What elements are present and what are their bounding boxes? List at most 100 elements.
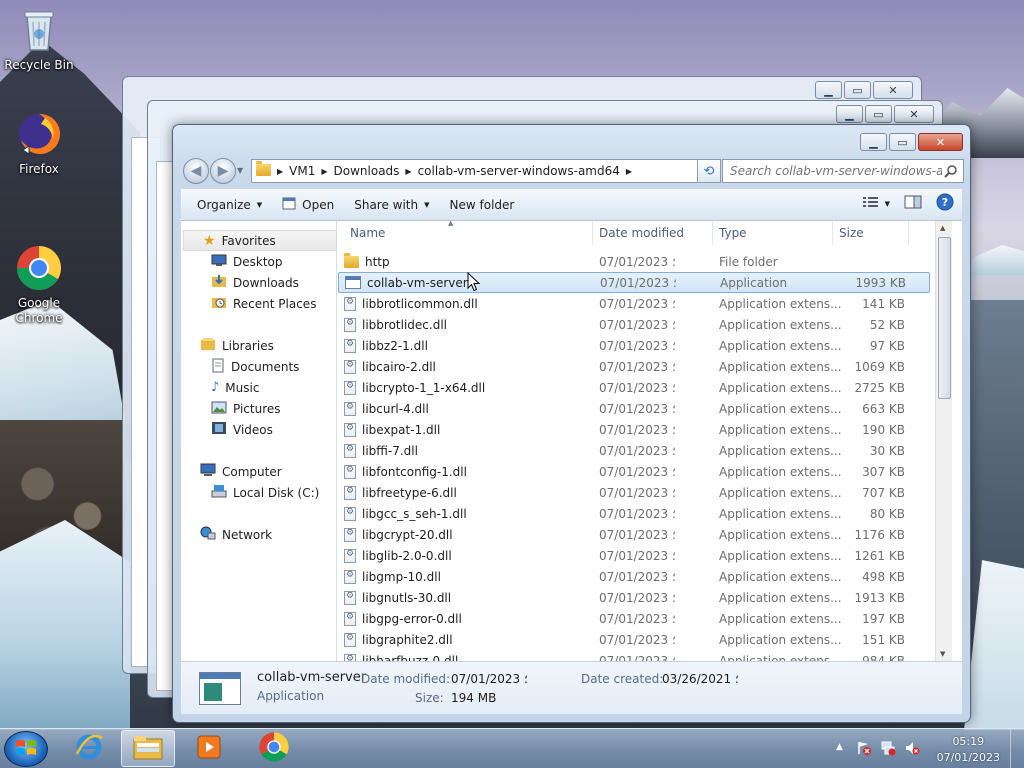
- column-header-name[interactable]: ▲ Name: [338, 221, 593, 245]
- maximize-button[interactable]: ▭: [844, 81, 871, 99]
- breadcrumb-separator-icon[interactable]: ▶: [277, 167, 283, 176]
- sidebar-item-videos[interactable]: Videos: [181, 419, 337, 440]
- table-row[interactable]: libbrotlicommon.dll 07/01/2023 ؛ Applicati…: [338, 293, 930, 314]
- table-row[interactable]: libbz2-1.dll 07/01/2023 ؛ Application exte…: [338, 335, 930, 356]
- breadcrumb-separator-icon[interactable]: ▶: [626, 167, 632, 176]
- breadcrumb-separator-icon[interactable]: ▶: [321, 167, 327, 176]
- clock-date: 07/01/2023: [936, 751, 1000, 764]
- taskbar-explorer[interactable]: [121, 730, 175, 767]
- breadcrumb-item[interactable]: Downloads: [334, 164, 400, 178]
- scroll-down-icon[interactable]: ▼: [940, 650, 945, 658]
- sidebar-item-documents[interactable]: Documents: [181, 356, 337, 377]
- minimize-button[interactable]: ▁: [815, 81, 842, 99]
- address-bar[interactable]: ▶ VM1 ▶ Downloads ▶ collab-vm-server-win…: [251, 159, 715, 183]
- preview-pane-button[interactable]: [904, 195, 922, 212]
- minimize-button[interactable]: ▁: [836, 105, 863, 123]
- table-row[interactable]: libgmp-10.dll 07/01/2023 ؛ Application ext…: [338, 566, 930, 587]
- table-row[interactable]: libgnutls-30.dll 07/01/2023 ؛ Application …: [338, 587, 930, 608]
- taskbar-chrome[interactable]: [247, 730, 301, 767]
- show-hidden-icons-button[interactable]: ▲: [836, 742, 843, 752]
- vertical-scrollbar[interactable]: ▲ ▼: [935, 221, 952, 661]
- table-row[interactable]: libcairo-2.dll 07/01/2023 ؛ Application ex…: [338, 356, 930, 377]
- table-row[interactable]: libfreetype-6.dll 07/01/2023 ؛ Application…: [338, 482, 930, 503]
- action-center-icon[interactable]: [856, 740, 872, 759]
- close-button[interactable]: ✕: [894, 105, 934, 123]
- taskbar-clock[interactable]: 05:19 07/01/2023: [937, 734, 1000, 766]
- sidebar-item-downloads[interactable]: Downloads: [181, 272, 337, 293]
- file-size: 1913 KB: [854, 590, 905, 605]
- file-name-cell: libgmp-10.dll: [338, 569, 593, 584]
- table-row[interactable]: libfontconfig-1.dll 07/01/2023 ؛ Applicati…: [338, 461, 930, 482]
- maximize-button[interactable]: ▭: [889, 133, 916, 151]
- refresh-button[interactable]: ⟲: [697, 159, 721, 183]
- breadcrumb-item[interactable]: VM1: [289, 164, 315, 178]
- maximize-button[interactable]: ▭: [865, 105, 892, 123]
- navigation-pane: ★ Favorites Desktop Downloads Recent Pla…: [181, 221, 337, 661]
- system-tray: ▲ 05:19 07/01/2023: [824, 729, 1024, 768]
- sidebar-item-desktop[interactable]: Desktop: [181, 251, 337, 272]
- file-type: Application extens...: [719, 653, 842, 662]
- close-button[interactable]: ✕: [873, 81, 913, 99]
- table-row[interactable]: libcurl-4.dll 07/01/2023 ؛ Application ext…: [338, 398, 930, 419]
- scroll-up-icon[interactable]: ▲: [940, 224, 945, 232]
- share-with-menu[interactable]: Share with ▼: [344, 193, 439, 217]
- desktop-icon-chrome[interactable]: Google Chrome: [1, 214, 77, 341]
- forward-button[interactable]: ▶: [210, 158, 236, 184]
- dll-file-icon: [344, 590, 356, 605]
- desktop-icon-recycle-bin[interactable]: Recycle Bin: [1, 6, 77, 73]
- volume-muted-icon[interactable]: [904, 740, 920, 759]
- table-row[interactable]: http 07/01/2023 ؛ File folder: [338, 251, 930, 272]
- minimize-button[interactable]: ▁: [860, 133, 887, 151]
- recent-pages-dropdown[interactable]: ▼: [237, 166, 243, 175]
- column-header-date[interactable]: Date modified: [593, 221, 713, 245]
- table-row[interactable]: libglib-2.0-0.dll 07/01/2023 ؛ Application…: [338, 545, 930, 566]
- taskbar-media-player[interactable]: [182, 730, 236, 767]
- table-row[interactable]: libgcrypt-20.dll 07/01/2023 ؛ Application …: [338, 524, 930, 545]
- table-row[interactable]: collab-vm-server 07/01/2023 ؛ Application 1…: [338, 272, 930, 293]
- column-header-size[interactable]: Size: [833, 221, 909, 245]
- table-row[interactable]: libcrypto-1_1-x64.dll 07/01/2023 ؛ Applica…: [338, 377, 930, 398]
- sidebar-item-favorites[interactable]: ★ Favorites: [183, 230, 337, 251]
- sidebar-item-music[interactable]: ♪ Music: [181, 377, 337, 398]
- network-group: Network: [181, 524, 337, 545]
- explorer-window[interactable]: ▁ ▭ ✕ ◀ ▶ ▼ ▶ VM1 ▶ Downloads ▶ collab-v…: [172, 124, 971, 723]
- table-row[interactable]: libgcc_s_seh-1.dll 07/01/2023 ؛ Applicatio…: [338, 503, 930, 524]
- organize-menu[interactable]: Organize ▼: [187, 193, 272, 217]
- table-row[interactable]: libbrotlidec.dll 07/01/2023 ؛ Application …: [338, 314, 930, 335]
- table-row[interactable]: libgpg-error-0.dll 07/01/2023 ؛ Applicatio…: [338, 608, 930, 629]
- taskbar-internet-explorer[interactable]: [62, 730, 116, 767]
- desktop-icon-firefox[interactable]: Firefox: [1, 110, 77, 177]
- open-button[interactable]: Open: [272, 193, 344, 217]
- help-button[interactable]: ?: [936, 193, 954, 214]
- close-button[interactable]: ✕: [918, 133, 963, 151]
- search-input[interactable]: [730, 164, 942, 178]
- file-name-cell: libglib-2.0-0.dll: [338, 548, 593, 563]
- table-row[interactable]: libgraphite2.dll 07/01/2023 ؛ Application …: [338, 629, 930, 650]
- libraries-icon: [200, 337, 216, 354]
- search-box[interactable]: [722, 159, 964, 183]
- network-status-icon[interactable]: [880, 740, 896, 759]
- start-button[interactable]: [4, 731, 48, 767]
- column-header-type[interactable]: Type: [713, 221, 833, 245]
- sidebar-item-computer[interactable]: Computer: [181, 461, 337, 482]
- sidebar-item-network[interactable]: Network: [181, 524, 337, 545]
- show-desktop-button[interactable]: [1010, 729, 1024, 768]
- breadcrumb-separator-icon[interactable]: ▶: [405, 167, 411, 176]
- sidebar-item-local-disk[interactable]: Local Disk (C:): [181, 482, 337, 503]
- sidebar-item-libraries[interactable]: Libraries: [181, 335, 337, 356]
- file-name-cell: libgnutls-30.dll: [338, 590, 593, 605]
- sidebar-item-pictures[interactable]: Pictures: [181, 398, 337, 419]
- table-row[interactable]: libexpat-1.dll 07/01/2023 ؛ Application ex…: [338, 419, 930, 440]
- table-row[interactable]: libffi-7.dll 07/01/2023 ؛ Application exte…: [338, 440, 930, 461]
- dll-file-icon: [344, 611, 356, 626]
- sidebar-item-recent-places[interactable]: Recent Places: [181, 293, 337, 314]
- breadcrumb-item[interactable]: collab-vm-server-windows-amd64: [418, 164, 620, 178]
- table-row[interactable]: libharfbuzz-0.dll 07/01/2023 ؛ Application…: [338, 650, 930, 661]
- view-options-button[interactable]: ▼: [862, 196, 890, 211]
- new-folder-button[interactable]: New folder: [440, 193, 525, 217]
- scrollbar-thumb[interactable]: [938, 237, 951, 399]
- file-name-cell: libexpat-1.dll: [338, 422, 593, 437]
- back-button[interactable]: ◀: [183, 158, 209, 184]
- column-header-label: Size: [839, 226, 864, 240]
- file-type: Application: [720, 275, 788, 290]
